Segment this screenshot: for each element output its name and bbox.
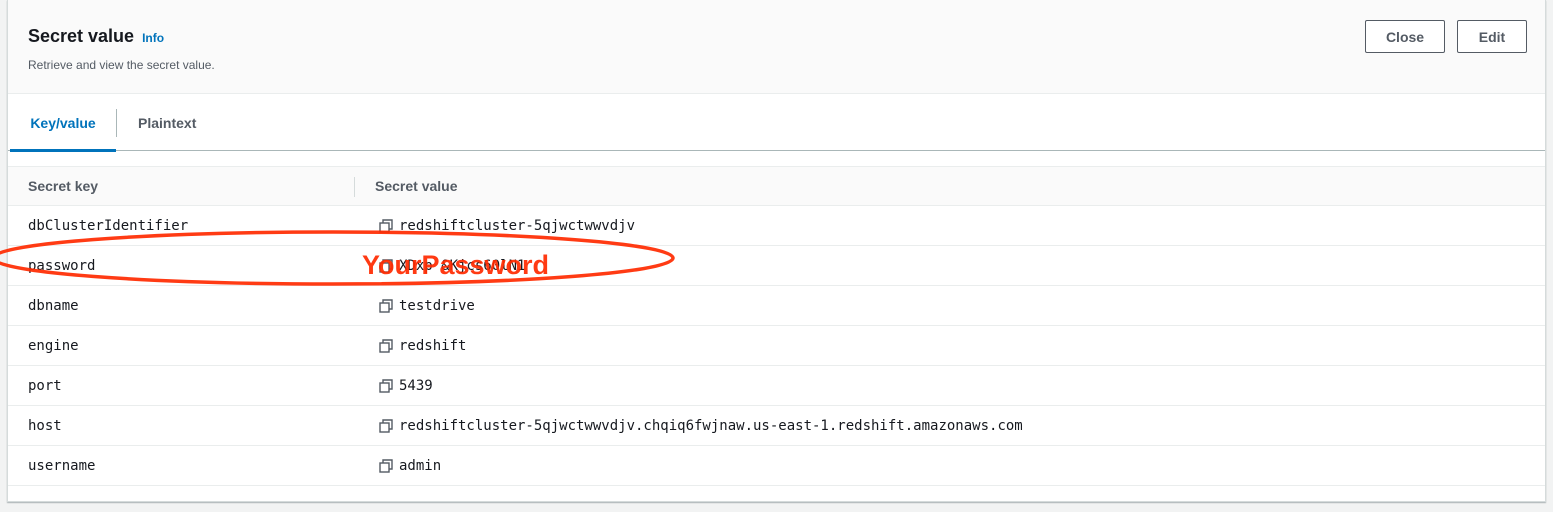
- table-body: dbClusterIdentifier redshiftcluster-5qjwc…: [8, 206, 1545, 486]
- panel-header: Secret value Info Retrieve and view the …: [8, 0, 1545, 94]
- secret-value-cell: redshiftcluster-5qjwctwwvdjv.chqiq6fwjna…: [379, 406, 1023, 446]
- column-header-secret-key[interactable]: Secret key: [28, 167, 98, 205]
- secret-value-text: XDxp &Kjcs60lN1: [399, 258, 526, 274]
- column-divider: [354, 177, 355, 197]
- copy-icon[interactable]: [379, 419, 393, 433]
- secret-key-cell: port: [28, 378, 62, 394]
- table-row: password XDxp &Kjcs60lN1: [8, 246, 1545, 286]
- table-row: username admin: [8, 446, 1545, 486]
- table-row: dbname testdrive: [8, 286, 1545, 326]
- secret-key-cell: username: [28, 458, 96, 474]
- secret-value-cell: XDxp &Kjcs60lN1: [379, 246, 525, 286]
- secret-key-cell: dbname: [28, 298, 79, 314]
- secret-key-cell: engine: [28, 338, 79, 354]
- table-row: dbClusterIdentifier redshiftcluster-5qjwc…: [8, 206, 1545, 246]
- copy-icon[interactable]: [379, 379, 393, 393]
- secret-key-cell: host: [28, 418, 62, 434]
- secret-value-text: redshiftcluster-5qjwctwwvdjv.chqiq6fwjna…: [399, 418, 1023, 434]
- table-row: host redshiftcluster-5qjwctwwvdjv.chqiq6f…: [8, 406, 1545, 446]
- copy-icon[interactable]: [379, 299, 393, 313]
- secret-value-panel: Secret value Info Retrieve and view the …: [7, 0, 1546, 502]
- title-row: Secret value Info: [28, 26, 164, 47]
- close-button[interactable]: Close: [1365, 20, 1445, 53]
- secret-value-text: redshift: [399, 338, 467, 354]
- table-row: engine redshift: [8, 326, 1545, 366]
- tab-bar: Key/value Plaintext: [8, 95, 1545, 152]
- edit-button[interactable]: Edit: [1457, 20, 1527, 53]
- copy-icon[interactable]: [379, 459, 393, 473]
- page-subtitle: Retrieve and view the secret value.: [28, 58, 215, 72]
- column-header-secret-value[interactable]: Secret value: [375, 167, 458, 205]
- tab-plaintext[interactable]: Plaintext: [138, 95, 196, 151]
- secret-value-cell: redshiftcluster-5qjwctwwvdjv: [379, 206, 635, 246]
- tab-divider: [116, 109, 117, 137]
- table-header: Secret key Secret value: [8, 166, 1545, 206]
- table-row: port 5439: [8, 366, 1545, 406]
- secret-key-cell: password: [28, 258, 96, 274]
- secret-table: Secret key Secret value dbClusterIdentif…: [8, 166, 1545, 486]
- secret-value-cell: 5439: [379, 366, 433, 406]
- copy-icon[interactable]: [379, 259, 393, 273]
- secret-value-cell: testdrive: [379, 286, 475, 326]
- secret-value-cell: admin: [379, 446, 441, 486]
- secret-value-text: admin: [399, 458, 442, 474]
- copy-icon[interactable]: [379, 339, 393, 353]
- copy-icon[interactable]: [379, 219, 393, 233]
- info-link[interactable]: Info: [142, 31, 164, 45]
- secret-value-text: 5439: [399, 378, 433, 394]
- secret-value-text: redshiftcluster-5qjwctwwvdjv: [399, 218, 636, 234]
- page-title: Secret value: [28, 26, 135, 46]
- tab-key-value[interactable]: Key/value: [10, 95, 116, 152]
- secret-key-cell: dbClusterIdentifier: [28, 218, 189, 234]
- secret-value-text: testdrive: [399, 298, 475, 314]
- secret-value-cell: redshift: [379, 326, 466, 366]
